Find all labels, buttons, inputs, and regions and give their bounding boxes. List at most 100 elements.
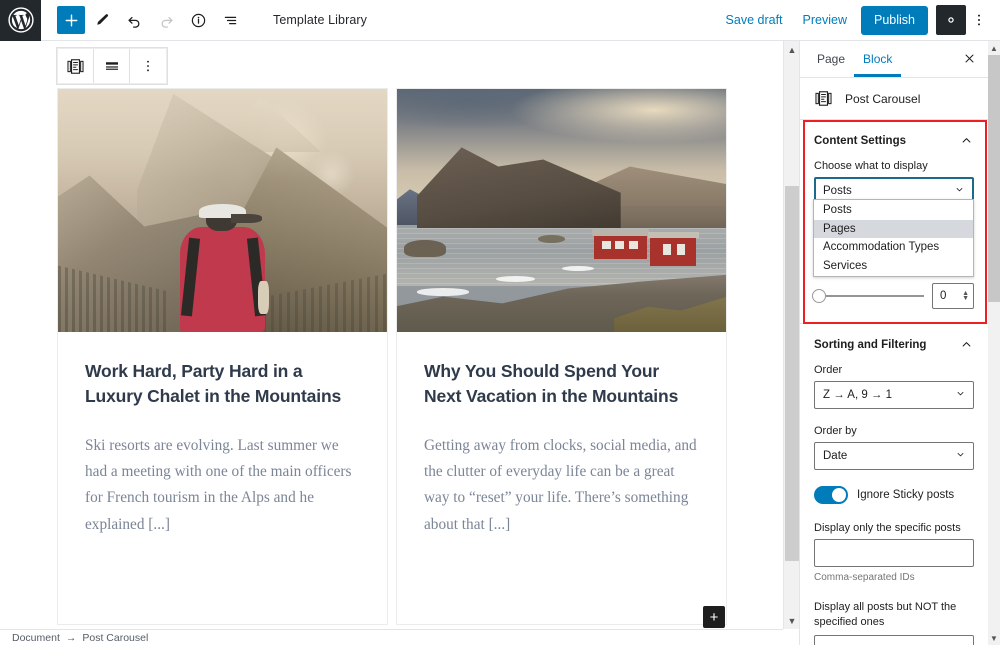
close-sidebar-button[interactable] — [958, 48, 980, 70]
add-block-button[interactable] — [57, 6, 85, 34]
publish-button[interactable]: Publish — [861, 5, 928, 35]
toggle-knob — [832, 488, 846, 502]
editor-top-bar: Template Library Save draft Preview Publ… — [0, 0, 1000, 41]
post-carousel-icon — [67, 58, 84, 74]
carousel-card[interactable]: Work Hard, Party Hard in a Luxury Chalet… — [57, 88, 388, 625]
plus-icon — [65, 14, 77, 26]
redo-icon — [161, 16, 173, 28]
change-alignment-button[interactable] — [94, 49, 130, 83]
preview-button[interactable]: Preview — [793, 5, 857, 35]
exclude-posts-input[interactable] — [814, 634, 974, 645]
redo-button[interactable] — [151, 5, 181, 35]
breadcrumb-block[interactable]: Post Carousel — [82, 632, 148, 644]
breadcrumb-status-bar: Document → Post Carousel — [0, 629, 783, 645]
editor-scrollbar-thumb[interactable] — [785, 186, 799, 561]
info-icon — [191, 13, 205, 27]
card-body: Why You Should Spend Your Next Vacation … — [397, 332, 726, 548]
pass-over-slider[interactable] — [812, 289, 924, 303]
scroll-up-icon[interactable]: ▲ — [784, 41, 800, 58]
hiker-figure — [170, 204, 275, 332]
red-cabin — [648, 231, 699, 267]
post-excerpt: Getting away from clocks, social media, … — [424, 436, 697, 533]
dropdown-option-pages[interactable]: Pages — [814, 219, 973, 238]
post-carousel-block-type-button[interactable] — [58, 49, 94, 83]
sidebar-scrollbar[interactable]: ▲ ▼ — [988, 41, 1000, 645]
post-featured-image — [58, 89, 387, 332]
post-title[interactable]: Work Hard, Party Hard in a Luxury Chalet… — [85, 359, 360, 410]
pass-over-number-input[interactable]: 0 ▲ ▼ — [932, 283, 974, 309]
order-by-label: Order by — [814, 425, 857, 437]
include-posts-input[interactable] — [814, 539, 974, 567]
post-carousel-block[interactable]: Work Hard, Party Hard in a Luxury Chalet… — [57, 88, 728, 625]
gear-icon — [948, 17, 954, 23]
panel-title: Content Settings — [814, 134, 906, 147]
post-title[interactable]: Why You Should Spend Your Next Vacation … — [424, 359, 699, 410]
tab-page[interactable]: Page — [808, 41, 854, 77]
settings-button[interactable] — [936, 5, 966, 35]
panel-header-content-settings[interactable]: Content Settings — [800, 120, 988, 160]
top-bar-left-tools: Template Library — [41, 5, 367, 35]
post-featured-image — [397, 89, 726, 332]
selected-block-name: Post Carousel — [845, 91, 921, 106]
save-draft-button[interactable]: Save draft — [716, 5, 793, 35]
slider-thumb[interactable] — [812, 289, 826, 303]
chevron-down-icon — [954, 184, 965, 198]
dropdown-option-services[interactable]: Services — [814, 257, 973, 276]
append-block-button[interactable]: + — [703, 606, 725, 628]
scroll-down-icon[interactable]: ▼ — [784, 612, 800, 629]
pass-over-value: 0 — [940, 290, 947, 302]
more-tools-options-button[interactable] — [966, 5, 992, 35]
close-icon — [965, 54, 973, 62]
breadcrumb-separator: → — [65, 631, 77, 644]
align-icon — [105, 62, 118, 70]
wordpress-logo-button[interactable] — [0, 0, 41, 41]
chevron-up-icon — [962, 138, 971, 143]
editor-scrollbar[interactable]: ▲ ▼ — [783, 41, 799, 629]
page-title: Template Library — [273, 13, 368, 27]
exclude-posts-label: Display all posts but NOT the specified … — [814, 601, 957, 628]
panel-body-sorting-filtering: Order Z → A, 9 → 1 Order by Date Ignore … — [800, 364, 988, 645]
dropdown-option-accommodation-types[interactable]: Accommodation Types — [814, 238, 973, 257]
red-cabin — [592, 229, 650, 260]
post-excerpt: Ski resorts are evolving. Last summer we… — [85, 436, 352, 533]
choose-what-to-display-label: Choose what to display — [814, 160, 928, 172]
post-type-dropdown-list[interactable]: Posts Pages Accommodation Types Services — [813, 199, 974, 277]
vertical-dots-icon — [147, 60, 149, 72]
ignore-sticky-posts-label: Ignore Sticky posts — [857, 489, 955, 501]
edit-mode-button[interactable] — [87, 5, 117, 35]
breadcrumb-document[interactable]: Document — [12, 632, 60, 644]
post-type-select-value: Posts — [823, 185, 852, 197]
panel-title: Sorting and Filtering — [814, 338, 927, 351]
editor-canvas: Work Hard, Party Hard in a Luxury Chalet… — [0, 41, 783, 629]
block-more-options-button[interactable] — [130, 49, 166, 83]
selected-block-card: Post Carousel — [800, 78, 988, 120]
chevron-down-icon — [955, 388, 966, 402]
include-posts-helper: Comma-separated IDs — [814, 572, 915, 583]
include-posts-label: Display only the specific posts — [814, 522, 961, 534]
undo-icon — [127, 16, 139, 28]
pass-over-control: 0 ▲ ▼ — [812, 283, 974, 309]
order-select[interactable]: Z → A, 9 → 1 — [814, 381, 974, 409]
panel-header-sorting-filtering[interactable]: Sorting and Filtering — [800, 324, 988, 364]
order-by-select[interactable]: Date — [814, 442, 974, 470]
scroll-up-icon[interactable]: ▲ — [988, 41, 1000, 55]
order-by-select-value: Date — [823, 450, 848, 462]
sidebar-tabs: Page Block — [800, 41, 988, 78]
ignore-sticky-posts-toggle[interactable] — [814, 486, 848, 504]
scroll-down-icon[interactable]: ▼ — [988, 631, 1000, 645]
undo-button[interactable] — [119, 5, 149, 35]
carousel-card[interactable]: Why You Should Spend Your Next Vacation … — [396, 88, 727, 625]
details-info-button[interactable] — [183, 5, 213, 35]
tab-block[interactable]: Block — [854, 41, 901, 77]
block-toolbar — [57, 48, 167, 84]
order-label: Order — [814, 364, 843, 376]
ignore-sticky-posts-row: Ignore Sticky posts — [814, 486, 974, 504]
chevron-down-icon — [955, 449, 966, 463]
dropdown-option-posts[interactable]: Posts — [814, 201, 973, 220]
mountain-hiker-photo — [58, 89, 387, 332]
post-carousel-icon — [815, 91, 832, 106]
number-stepper-icon[interactable]: ▲ ▼ — [962, 290, 969, 302]
pencil-icon — [97, 14, 109, 25]
sidebar-scrollbar-thumb[interactable] — [988, 55, 1000, 302]
list-view-button[interactable] — [215, 5, 245, 35]
